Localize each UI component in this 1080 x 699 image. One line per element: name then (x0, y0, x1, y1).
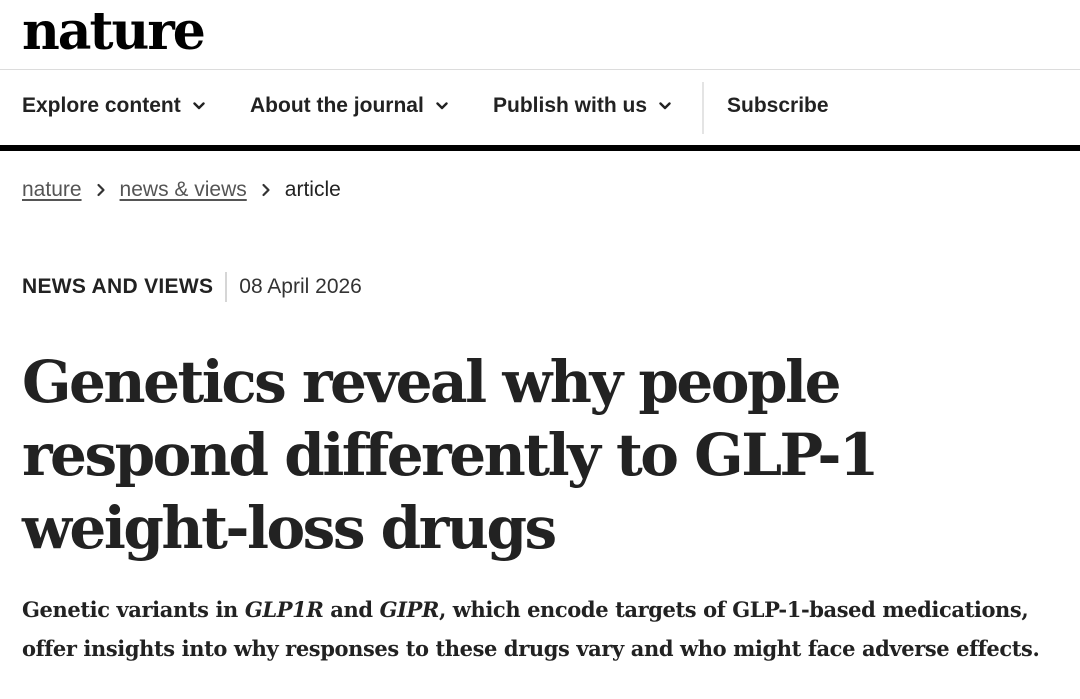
nature-logo[interactable]: nature (22, 4, 206, 60)
breadcrumb-news-and-views[interactable]: news & views (120, 178, 247, 202)
header-rule (0, 145, 1080, 151)
nav-about-the-journal-label: About the journal (250, 94, 424, 117)
article-standfirst: Genetic variants in GLP1R and GIPR, whic… (22, 590, 1067, 668)
main-nav: Explore content About the journal Publis… (0, 70, 1080, 145)
nav-about-the-journal[interactable]: About the journal (250, 94, 448, 118)
breadcrumb-current: article (284, 178, 341, 201)
chevron-down-icon (436, 100, 448, 112)
nav-publish-with-us[interactable]: Publish with us (493, 94, 671, 118)
publication-date: 08 April 2026 (239, 275, 362, 298)
gene-name: GIPR (379, 597, 440, 622)
standfirst-text: Genetic variants in (22, 597, 245, 622)
nav-explore-content-label: Explore content (22, 94, 181, 117)
nav-publish-with-us-label: Publish with us (493, 94, 648, 117)
chevron-down-icon (193, 100, 205, 112)
chevron-down-icon (659, 100, 671, 112)
nav-divider (702, 82, 704, 134)
meta-divider (225, 272, 228, 302)
chevron-right-icon (96, 183, 106, 197)
article-meta: NEWS AND VIEWS 08 April 2026 (22, 272, 362, 302)
nav-explore-content[interactable]: Explore content (22, 94, 205, 118)
standfirst-text: and (323, 597, 380, 622)
chevron-right-icon (261, 183, 271, 197)
breadcrumb: nature news & views article (22, 178, 341, 202)
article-type: NEWS AND VIEWS (22, 275, 214, 298)
site-header: nature (0, 0, 1080, 70)
nav-subscribe-label: Subscribe (727, 94, 829, 117)
article-title: Genetics reveal why people respond diffe… (22, 348, 879, 562)
breadcrumb-nature[interactable]: nature (22, 178, 82, 202)
gene-name: GLP1R (244, 597, 324, 622)
nav-subscribe[interactable]: Subscribe (727, 94, 829, 118)
